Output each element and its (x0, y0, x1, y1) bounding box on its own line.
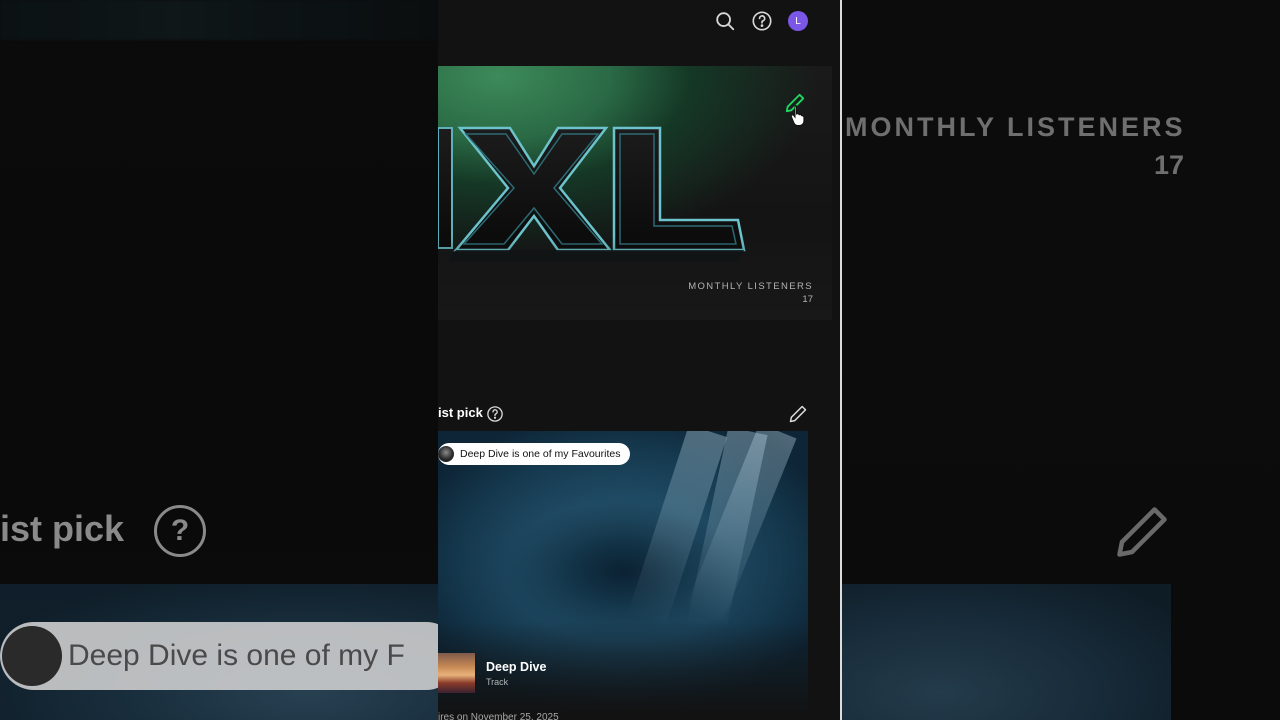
artist-pick-comment-chip: Deep Dive is one of my Favourites (438, 443, 631, 465)
background-help-icon: ? (154, 505, 206, 557)
track-type: Track (486, 677, 509, 687)
artist-pick-expiry: ires on November 25, 2025 (438, 712, 559, 720)
avatar[interactable]: L (788, 11, 808, 31)
header-image-shade (438, 236, 832, 320)
background-pick-text: ist pick (0, 508, 125, 549)
search-icon[interactable] (714, 10, 736, 32)
background-chip-text: Deep Dive is one of my F (68, 639, 405, 672)
track-name[interactable]: Deep Dive (486, 660, 546, 674)
background-left: ist pick ? Deep Dive is one of my F (0, 0, 438, 720)
monthly-listeners-label: MONTHLY LISTENERS (688, 281, 813, 292)
track-cover-art (438, 653, 475, 693)
background-listeners-label: MONTHLY LISTENERS (845, 112, 1186, 142)
background-wave-image-right (841, 584, 1171, 720)
artist-pick-card[interactable]: Deep Dive is one of my Favourites Deep D… (438, 431, 808, 711)
artist-profile-panel: L MONTHLY LISTENERS 17 ist pick Deep Div… (438, 0, 842, 720)
artist-avatar (438, 446, 454, 462)
hand-cursor-icon (790, 105, 805, 126)
artist-pick-help-icon[interactable] (486, 405, 504, 423)
background-listeners-count: 17 (1154, 150, 1185, 180)
help-icon[interactable] (751, 10, 773, 32)
artist-pick-title: ist pick (438, 405, 483, 420)
top-bar: L (438, 0, 840, 44)
artist-pick-comment: Deep Dive is one of my Favourites (460, 448, 621, 460)
background-logo-strip (0, 0, 438, 40)
background-pencil-icon (1117, 507, 1167, 557)
background-chip: Deep Dive is one of my F (0, 622, 438, 690)
artist-header-image: MONTHLY LISTENERS 17 (438, 66, 832, 320)
monthly-listeners-count: 17 (802, 294, 813, 305)
background-chip-avatar (2, 626, 62, 686)
edit-artist-pick-pencil-icon[interactable] (788, 404, 808, 424)
